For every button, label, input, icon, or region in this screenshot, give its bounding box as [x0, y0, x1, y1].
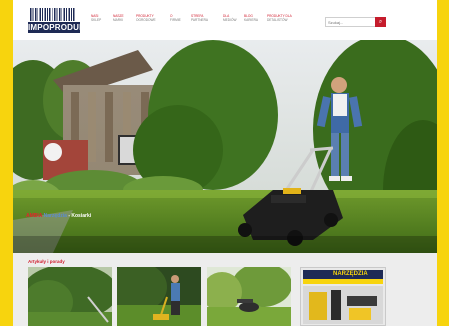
nav-item-sub: FIRMIE	[170, 18, 181, 22]
nav-item-sub: KARIERA	[244, 18, 258, 22]
nav-item-sub: MARKI	[113, 18, 124, 22]
promo-tools-banner[interactable]: NARZĘDZIA	[300, 267, 386, 326]
nav-item-sub: DETALISTÓW	[267, 18, 288, 22]
promo-label: NARZĘDZIA	[333, 271, 368, 277]
nav-item-nasi[interactable]: NASI SKLEP	[91, 14, 101, 22]
nav-item-sub: MEDIÓW	[223, 18, 237, 22]
hero-caption[interactable]: AMBIA Narzędzia - Kosiarki	[26, 213, 91, 219]
hero-banner[interactable]: AMBIA Narzędzia - Kosiarki	[13, 40, 437, 253]
nav-item-produkty[interactable]: PRODUKTY OGRODOWE	[136, 14, 156, 22]
nav-item-strefa[interactable]: STREFA PARTNERA	[191, 14, 208, 22]
hero-caption-category: Narzędzia	[43, 213, 67, 219]
promo-header: NARZĘDZIA	[303, 270, 383, 279]
article-image	[28, 267, 112, 326]
hero-caption-brand: AMBIA	[26, 213, 43, 219]
article-thumb-garden[interactable]	[207, 267, 291, 326]
article-image	[117, 267, 201, 326]
barcode-icon	[30, 8, 76, 21]
articles-title: Artykuły i porady	[28, 259, 65, 264]
promo-image	[303, 286, 383, 324]
article-image	[207, 267, 291, 326]
nav-item-o-firmie[interactable]: O FIRMIE	[170, 14, 181, 22]
search-icon: ⌕	[378, 19, 383, 25]
nav-item-detalisci[interactable]: PRODUKTY DLA DETALISTÓW	[267, 14, 292, 22]
nav-item-blog[interactable]: BLOG KARIERA	[244, 14, 258, 22]
hero-image	[13, 40, 437, 253]
articles-section: Artykuły i porady NARZĘDZIA	[13, 253, 437, 326]
nav-item-sub: PARTNERA	[191, 18, 209, 22]
search-button[interactable]: ⌕	[375, 17, 386, 27]
article-thumb-hedge[interactable]	[28, 267, 112, 326]
nav-item-dla-mediow[interactable]: DLA MEDIÓW	[223, 14, 236, 22]
logo[interactable]: IMPOPRODUKT	[28, 8, 91, 34]
article-thumb-mowing[interactable]	[117, 267, 201, 326]
logo-text: IMPOPRODUKT	[28, 22, 91, 33]
hero-caption-separator: -	[68, 213, 70, 219]
promo-stripe	[303, 279, 383, 284]
site-header: IMPOPRODUKT NASI SKLEP NASZE MARKI PRODU…	[13, 0, 437, 40]
hero-caption-product: Kosiarki	[71, 213, 92, 219]
page: IMPOPRODUKT NASI SKLEP NASZE MARKI PRODU…	[13, 0, 437, 326]
nav-item-nasze[interactable]: NASZE MARKI	[113, 14, 124, 22]
nav-item-sub: SKLEP	[91, 18, 102, 22]
nav-item-sub: OGRODOWE	[136, 18, 156, 22]
search-input[interactable]	[328, 19, 368, 26]
